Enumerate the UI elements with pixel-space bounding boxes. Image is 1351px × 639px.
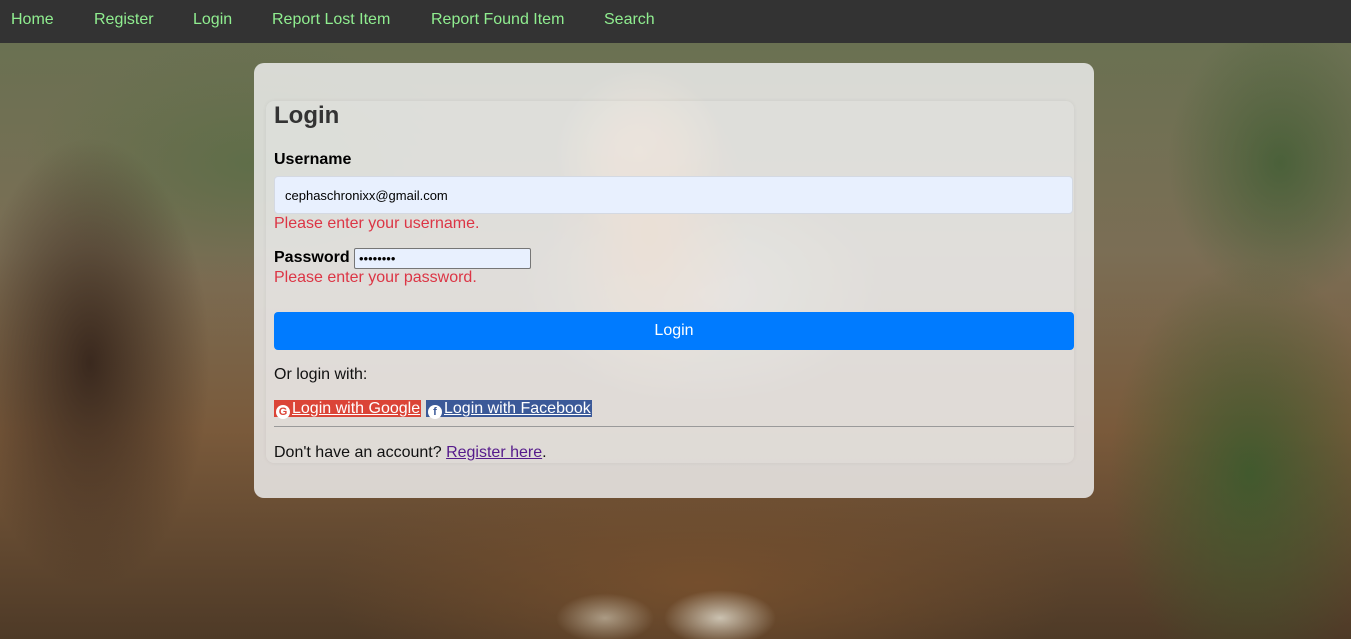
page-title: Login [274, 102, 340, 129]
password-input[interactable] [354, 248, 531, 269]
nav-report-lost-item[interactable]: Report Lost Item [272, 0, 390, 43]
facebook-icon: f [428, 405, 442, 419]
nav-home[interactable]: Home [11, 0, 54, 43]
divider [274, 426, 1074, 427]
facebook-login-button[interactable]: f Login with Facebook [426, 400, 592, 419]
google-icon: G [276, 405, 290, 419]
google-login-button[interactable]: G Login with Google [274, 400, 422, 419]
password-error: Please enter your password. [274, 269, 477, 286]
username-error: Please enter your username. [274, 215, 480, 232]
or-login-with-text: Or login with: [274, 366, 368, 383]
no-account-text: Don't have an account? [274, 444, 442, 461]
password-label: Password [274, 249, 350, 266]
register-suffix: . [542, 444, 547, 461]
username-label: Username [274, 151, 352, 168]
register-link[interactable]: Register here [446, 444, 542, 461]
login-button[interactable]: Login [274, 312, 1074, 350]
nav-register[interactable]: Register [94, 0, 154, 43]
username-input[interactable] [274, 176, 1073, 214]
nav-report-found-item[interactable]: Report Found Item [431, 0, 564, 43]
top-navbar: Home Register Login Report Lost Item Rep… [0, 0, 1351, 43]
nav-login[interactable]: Login [193, 0, 232, 43]
register-prompt: Don't have an account? Register here. [274, 444, 547, 462]
facebook-login-label: Login with Facebook [444, 400, 591, 417]
nav-search[interactable]: Search [604, 0, 655, 43]
google-login-label: Login with Google [292, 400, 421, 417]
